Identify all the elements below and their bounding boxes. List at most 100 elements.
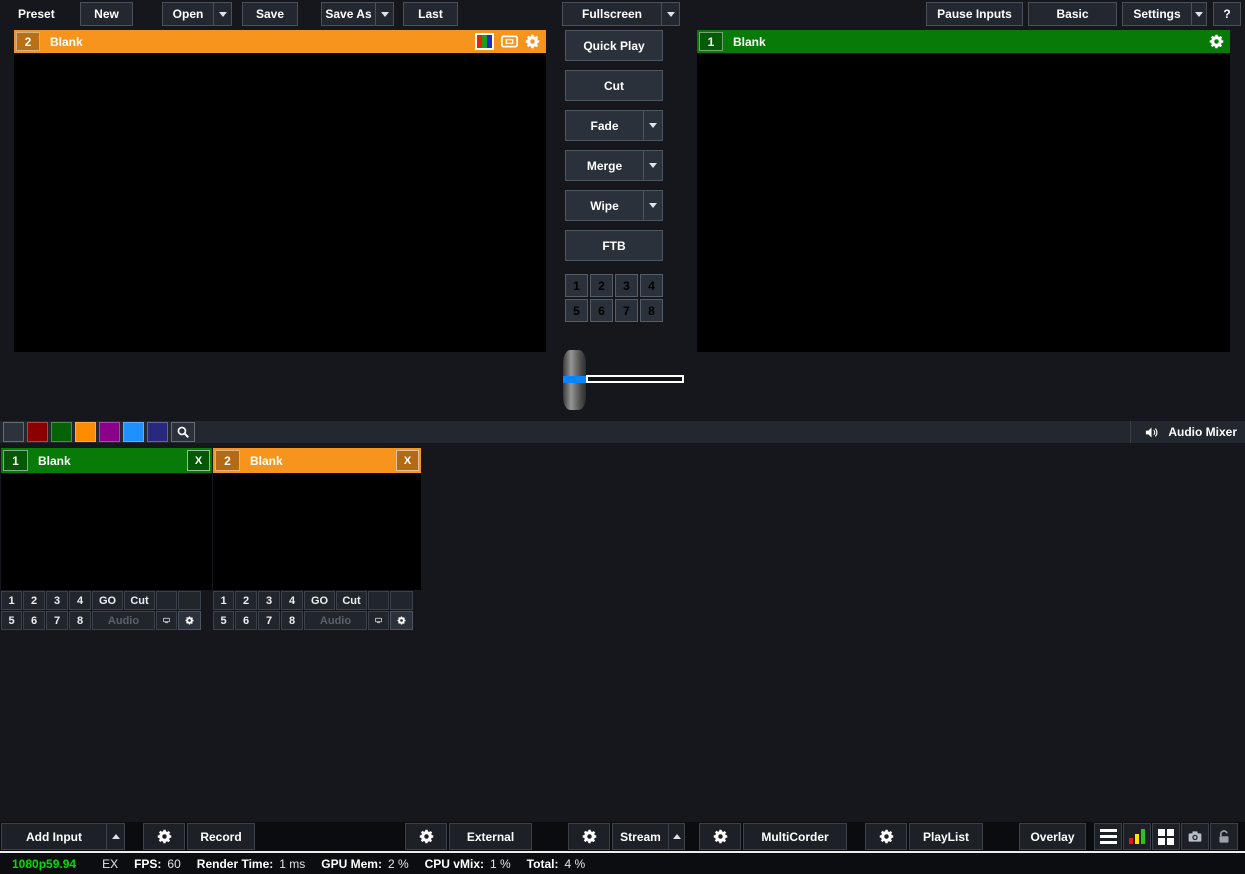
save-button[interactable]: Save xyxy=(242,2,298,26)
colorbars-icon[interactable] xyxy=(475,33,494,50)
input-2-thumbnail[interactable] xyxy=(213,473,421,590)
settings-dropdown-button[interactable] xyxy=(1191,3,1206,25)
multiview-layout-button[interactable] xyxy=(1152,823,1180,850)
category-swatch-green[interactable] xyxy=(51,422,72,442)
external-button[interactable]: External xyxy=(449,823,532,850)
transition-number-1[interactable]: 1 xyxy=(565,274,588,297)
merge-dropdown-button[interactable] xyxy=(643,151,662,180)
input-1-overlay-3-button[interactable]: 3 xyxy=(46,591,68,610)
input-2-cut-button[interactable]: Cut xyxy=(336,591,367,610)
input-2-overlay-1-button[interactable]: 1 xyxy=(213,591,234,610)
input-2-audio-button[interactable]: Audio xyxy=(304,611,367,630)
input-1-overlay-8-button[interactable]: 8 xyxy=(69,611,91,630)
input-1-overlay-5-button[interactable]: 5 xyxy=(1,611,22,630)
settings-button[interactable]: Settings xyxy=(1123,3,1191,25)
input-1-header[interactable]: 1 Blank X xyxy=(1,448,212,473)
input-1-thumbnail[interactable] xyxy=(1,473,212,590)
help-button[interactable]: ? xyxy=(1213,2,1241,26)
add-input-dropdown-button[interactable] xyxy=(106,824,124,849)
transition-number-4[interactable]: 4 xyxy=(640,274,663,297)
input-1-overlay-6-button[interactable]: 6 xyxy=(23,611,45,630)
category-swatch-default[interactable] xyxy=(3,422,24,442)
input-1-overlay-2-button[interactable]: 2 xyxy=(23,591,45,610)
overlay-button[interactable]: Overlay xyxy=(1019,823,1086,850)
input-1-fullscreen-button[interactable] xyxy=(156,611,177,630)
transition-number-6[interactable]: 6 xyxy=(590,299,613,322)
gear-icon[interactable] xyxy=(1209,34,1224,49)
new-button[interactable]: New xyxy=(80,2,133,26)
category-swatch-blue[interactable] xyxy=(123,422,144,442)
input-1-audio-button[interactable]: Audio xyxy=(92,611,155,630)
merge-button[interactable]: Merge xyxy=(566,151,643,180)
input-2-overlay-7-button[interactable]: 7 xyxy=(258,611,280,630)
open-dropdown-button[interactable] xyxy=(213,3,231,25)
lock-button[interactable] xyxy=(1210,823,1238,850)
save-as-dropdown-button[interactable] xyxy=(375,3,393,25)
fullscreen-dropdown-button[interactable] xyxy=(661,3,679,25)
fade-button[interactable]: Fade xyxy=(566,111,643,140)
input-2-overlay-2-button[interactable]: 2 xyxy=(235,591,257,610)
input-1-close-button[interactable]: X xyxy=(187,450,210,471)
input-2-overlay-8-button[interactable]: 8 xyxy=(281,611,303,630)
basic-button[interactable]: Basic xyxy=(1028,2,1117,26)
category-swatch-red[interactable] xyxy=(27,422,48,442)
output-header[interactable]: 1 Blank xyxy=(697,30,1230,53)
preview-header[interactable]: 2 Blank xyxy=(14,30,546,53)
fade-dropdown-button[interactable] xyxy=(643,111,662,140)
gear-icon[interactable] xyxy=(525,34,540,49)
wipe-dropdown-button[interactable] xyxy=(643,191,662,220)
transition-number-3[interactable]: 3 xyxy=(615,274,638,297)
input-2-header[interactable]: 2 Blank X xyxy=(213,448,421,473)
save-as-button[interactable]: Save As xyxy=(322,3,375,25)
input-1-overlay-1-button[interactable]: 1 xyxy=(1,591,22,610)
transition-number-5[interactable]: 5 xyxy=(565,299,588,322)
input-2-overlay-3-button[interactable]: 3 xyxy=(258,591,280,610)
search-button[interactable] xyxy=(171,422,195,442)
fullscreen-button[interactable]: Fullscreen xyxy=(563,3,661,25)
input-2-overlay-4-button[interactable]: 4 xyxy=(281,591,303,610)
input-1-cut-button[interactable]: Cut xyxy=(124,591,155,610)
shortcuts-menu-button[interactable] xyxy=(1094,823,1122,850)
input-2-overlay-5-button[interactable]: 5 xyxy=(213,611,234,630)
transition-number-7[interactable]: 7 xyxy=(615,299,638,322)
input-2-overlay-6-button[interactable]: 6 xyxy=(235,611,257,630)
monitor-icon xyxy=(163,614,170,627)
tbar-handle[interactable] xyxy=(563,350,586,410)
input-2-close-button[interactable]: X xyxy=(396,450,419,471)
category-swatch-orange[interactable] xyxy=(75,422,96,442)
input-1-overlay-4-button[interactable]: 4 xyxy=(69,591,91,610)
quick-play-button[interactable]: Quick Play xyxy=(565,30,663,61)
add-input-button[interactable]: Add Input xyxy=(2,824,106,849)
external-settings-button[interactable] xyxy=(405,823,447,850)
record-settings-button[interactable] xyxy=(143,823,185,850)
monitor-icon[interactable] xyxy=(501,35,518,48)
gpu-mem-label: GPU Mem: xyxy=(321,857,382,871)
stream-settings-button[interactable] xyxy=(568,823,610,850)
pause-inputs-button[interactable]: Pause Inputs xyxy=(926,2,1023,26)
stream-dropdown-button[interactable] xyxy=(668,824,684,849)
multicorder-button[interactable]: MultiCorder xyxy=(743,823,847,850)
playlist-settings-button[interactable] xyxy=(865,823,907,850)
input-2-go-button[interactable]: GO xyxy=(304,591,335,610)
playlist-button[interactable]: PlayList xyxy=(909,823,983,850)
input-1-settings-button[interactable] xyxy=(178,611,201,630)
category-swatch-purple[interactable] xyxy=(99,422,120,442)
input-1-overlay-7-button[interactable]: 7 xyxy=(46,611,68,630)
multicorder-settings-button[interactable] xyxy=(699,823,741,850)
last-button[interactable]: Last xyxy=(403,2,458,26)
snapshot-button[interactable] xyxy=(1181,823,1209,850)
open-button[interactable]: Open xyxy=(163,3,213,25)
transition-number-2[interactable]: 2 xyxy=(590,274,613,297)
input-1-go-button[interactable]: GO xyxy=(92,591,123,610)
category-swatch-navy[interactable] xyxy=(147,422,168,442)
transition-number-8[interactable]: 8 xyxy=(640,299,663,322)
audio-meters-button[interactable] xyxy=(1123,823,1151,850)
cut-button[interactable]: Cut xyxy=(565,70,663,101)
wipe-button[interactable]: Wipe xyxy=(566,191,643,220)
audio-mixer-toggle[interactable]: Audio Mixer xyxy=(1130,421,1245,443)
input-2-settings-button[interactable] xyxy=(390,611,413,630)
ftb-button[interactable]: FTB xyxy=(565,230,663,261)
input-2-fullscreen-button[interactable] xyxy=(368,611,389,630)
stream-button[interactable]: Stream xyxy=(613,824,668,849)
record-button[interactable]: Record xyxy=(187,823,255,850)
